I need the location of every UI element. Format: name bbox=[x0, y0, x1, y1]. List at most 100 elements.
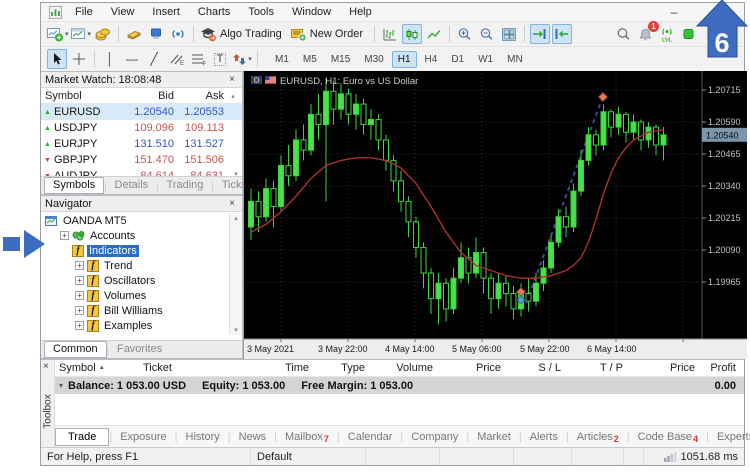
expand-icon[interactable]: + bbox=[75, 261, 84, 270]
fibonacci-icon[interactable]: F bbox=[188, 49, 208, 69]
nav-item-volumes[interactable]: +fVolumes bbox=[41, 288, 229, 303]
market-watch-row-usdjpy[interactable]: ▲USDJPY109.096109.113 bbox=[41, 120, 242, 136]
timeframe-mn[interactable]: MN bbox=[501, 51, 529, 68]
timeframe-m1[interactable]: M1 bbox=[269, 51, 295, 68]
close-icon[interactable]: × bbox=[226, 198, 238, 209]
equidistant-channel-icon[interactable]: E bbox=[166, 49, 186, 69]
menu-insert[interactable]: Insert bbox=[143, 4, 189, 20]
column-profit[interactable]: Profit bbox=[703, 362, 744, 374]
column-type[interactable]: Type bbox=[317, 362, 373, 374]
crosshair-icon[interactable] bbox=[69, 49, 89, 69]
column-time[interactable]: Time bbox=[229, 362, 317, 374]
tab-trade[interactable]: Trade bbox=[55, 428, 109, 446]
expand-icon[interactable]: + bbox=[75, 276, 84, 285]
auto-scroll-icon[interactable] bbox=[530, 24, 550, 44]
candlestick-chart-icon[interactable] bbox=[402, 24, 422, 44]
scroll-down-icon[interactable]: ▾ bbox=[230, 326, 242, 334]
line-chart-icon[interactable] bbox=[424, 24, 444, 44]
zoom-out-icon[interactable] bbox=[477, 24, 497, 44]
menu-window[interactable]: Window bbox=[283, 4, 340, 20]
search-icon[interactable] bbox=[613, 24, 633, 44]
tab-common[interactable]: Common bbox=[44, 341, 107, 358]
nav-item-oscillators[interactable]: +fOscillators bbox=[41, 273, 229, 288]
column-t-p[interactable]: T / P bbox=[569, 362, 631, 374]
tab-code-base[interactable]: Code Base4 bbox=[630, 428, 706, 446]
status-profile[interactable]: Default bbox=[251, 448, 366, 465]
column-symbol[interactable]: Symbol▲ bbox=[55, 362, 139, 374]
tab-exposure[interactable]: Exposure bbox=[112, 428, 174, 446]
notifications-bell-icon[interactable]: 1 bbox=[635, 24, 655, 44]
tab-details[interactable]: Details bbox=[107, 178, 157, 193]
balance-row[interactable]: ▾ Balance: 1 053.00 USD Equity: 1 053.00… bbox=[55, 377, 744, 394]
menu-help[interactable]: Help bbox=[340, 4, 381, 20]
scroll-up-icon[interactable]: ▴ bbox=[227, 92, 239, 100]
books-icon[interactable] bbox=[124, 24, 144, 44]
market-watch-row-eurusd[interactable]: ▲EURUSD1.205401.20553 bbox=[41, 104, 242, 120]
nav-item-accounts[interactable]: +Accounts bbox=[41, 228, 229, 243]
tab-company[interactable]: Company bbox=[403, 428, 466, 446]
coins-icon[interactable] bbox=[93, 24, 113, 44]
column-s-l[interactable]: S / L bbox=[509, 362, 569, 374]
column-price[interactable]: Price bbox=[441, 362, 509, 374]
menu-charts[interactable]: Charts bbox=[189, 4, 239, 20]
tab-experts[interactable]: Experts bbox=[709, 428, 750, 446]
market-watch-row-audjpy[interactable]: ▼AUDJPY84.61484.631 bbox=[41, 168, 242, 176]
tab-news[interactable]: News bbox=[231, 428, 275, 446]
nav-item-trend[interactable]: +fTrend bbox=[41, 258, 229, 273]
algo-trading-label[interactable]: Algo Trading bbox=[220, 28, 282, 40]
chevron-down-icon[interactable]: ▾ bbox=[65, 30, 69, 38]
minimize-button[interactable]: – bbox=[664, 5, 684, 19]
collapse-icon[interactable]: ▾ bbox=[59, 381, 63, 390]
vertical-line-icon[interactable]: │ bbox=[100, 49, 120, 69]
timeframe-m15[interactable]: M15 bbox=[325, 51, 356, 68]
expand-icon[interactable]: + bbox=[75, 321, 84, 330]
signals-icon[interactable] bbox=[168, 24, 188, 44]
expand-icon[interactable]: + bbox=[60, 231, 69, 240]
tab-articles[interactable]: Articles2 bbox=[569, 428, 627, 446]
menu-view[interactable]: View bbox=[102, 4, 144, 20]
lvl-icon[interactable]: LVL bbox=[657, 24, 677, 44]
new-chart-button[interactable]: ▾ bbox=[47, 24, 69, 44]
column-price-2[interactable]: Price bbox=[631, 362, 703, 374]
expand-icon[interactable]: + bbox=[75, 291, 84, 300]
horizontal-line-icon[interactable]: — bbox=[122, 49, 142, 69]
arrows-tool-icon[interactable]: ▾ bbox=[232, 49, 252, 69]
nav-item-oanda-mt5[interactable]: OANDA MT5 bbox=[41, 213, 229, 228]
algo-trading-button[interactable]: Algo Trading bbox=[199, 24, 288, 44]
chevron-down-icon[interactable]: ▾ bbox=[248, 55, 252, 63]
text-tool-icon[interactable]: T bbox=[210, 49, 230, 69]
timeframe-m5[interactable]: M5 bbox=[297, 51, 323, 68]
nav-item-examples[interactable]: +fExamples bbox=[41, 318, 229, 333]
scroll-up-icon[interactable]: ▴ bbox=[230, 214, 242, 222]
menu-file[interactable]: File bbox=[66, 4, 102, 20]
profiles-button[interactable]: ▾ bbox=[71, 24, 92, 44]
timeframe-m30[interactable]: M30 bbox=[358, 51, 389, 68]
tab-mailbox[interactable]: Mailbox7 bbox=[277, 428, 337, 446]
cursor-icon[interactable] bbox=[47, 49, 67, 69]
zoom-in-icon[interactable] bbox=[455, 24, 475, 44]
column-symbol[interactable]: Symbol bbox=[41, 90, 125, 102]
timeframe-h4[interactable]: H4 bbox=[419, 51, 444, 68]
tab-calendar[interactable]: Calendar bbox=[340, 428, 401, 446]
tab-trading[interactable]: Trading bbox=[159, 178, 212, 193]
tab-alerts[interactable]: Alerts bbox=[522, 428, 566, 446]
tile-windows-icon[interactable] bbox=[499, 24, 519, 44]
column-ticket[interactable]: Ticket bbox=[139, 362, 229, 374]
market-watch-scrollbar[interactable]: ▾ bbox=[230, 104, 242, 178]
new-order-label[interactable]: New Order bbox=[310, 28, 363, 40]
column-bid[interactable]: Bid bbox=[125, 90, 177, 102]
timeframe-w1[interactable]: W1 bbox=[472, 51, 499, 68]
menu-tools[interactable]: Tools bbox=[239, 4, 283, 20]
bar-chart-icon[interactable] bbox=[380, 24, 400, 44]
tab-favorites[interactable]: Favorites bbox=[109, 342, 170, 357]
expand-icon[interactable]: + bbox=[75, 306, 84, 315]
navigator-header[interactable]: Navigator × bbox=[41, 196, 242, 212]
chevron-down-icon[interactable]: ▾ bbox=[88, 30, 92, 38]
tab-symbols[interactable]: Symbols bbox=[44, 177, 104, 194]
data-window-icon[interactable] bbox=[146, 24, 166, 44]
price-chart[interactable]: 1.207151.205901.204651.203401.202151.200… bbox=[244, 71, 747, 359]
nav-item-indicators[interactable]: fIndicators bbox=[41, 243, 229, 258]
market-watch-row-gbpjpy[interactable]: ▼GBPJPY151.470151.506 bbox=[41, 152, 242, 168]
column-volume[interactable]: Volume bbox=[373, 362, 441, 374]
close-icon[interactable]: × bbox=[226, 74, 238, 85]
